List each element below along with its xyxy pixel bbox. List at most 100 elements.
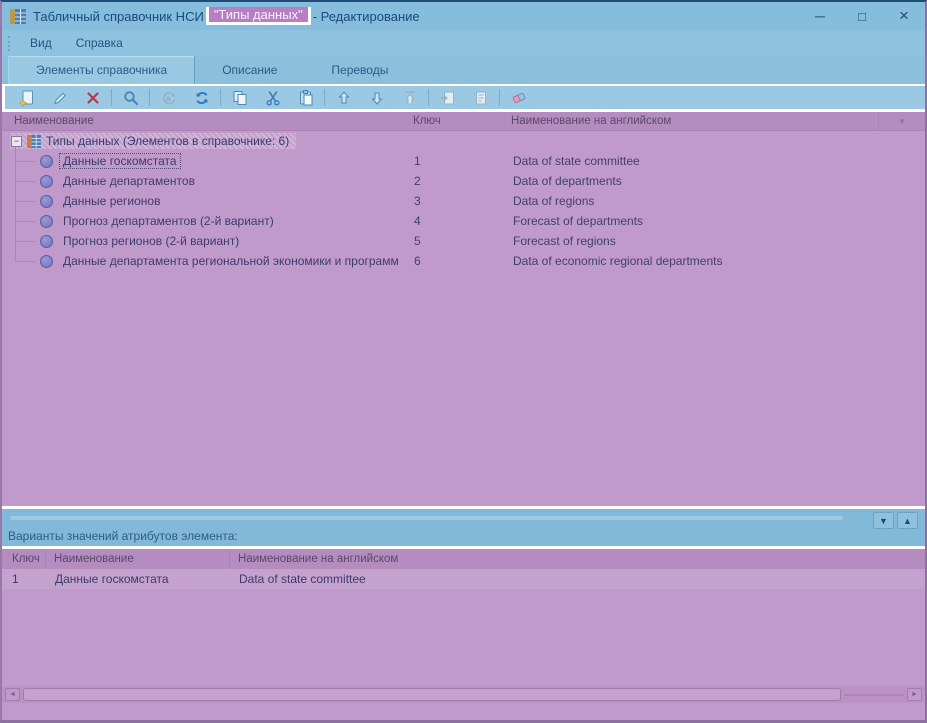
refresh-icon xyxy=(193,89,211,107)
refresh-button[interactable] xyxy=(185,87,218,109)
app-window: Табличный справочник НСИ "Типы данных" -… xyxy=(0,0,927,723)
details-column-key[interactable]: Ключ xyxy=(2,553,45,565)
title-bar: Табличный справочник НСИ "Типы данных" -… xyxy=(2,2,925,30)
window-title-prefix: Табличный справочник НСИ xyxy=(33,9,204,24)
add-element-button[interactable] xyxy=(10,87,43,109)
details-key: 1 xyxy=(2,572,45,586)
tree-item-row[interactable]: Данные департаментов 2 Data of departmen… xyxy=(2,171,925,191)
column-header-key[interactable]: Ключ xyxy=(408,115,506,127)
element-name: Прогноз регионов (2-й вариант) xyxy=(59,233,243,249)
search-button[interactable] xyxy=(114,87,147,109)
element-name-en: Data of economic regional departments xyxy=(506,254,925,268)
toolbar-separator xyxy=(220,89,221,106)
tree-item-row[interactable]: Данные регионов 3 Data of regions xyxy=(2,191,925,211)
element-bullet-icon xyxy=(40,195,53,208)
maximize-button[interactable]: □ xyxy=(841,2,883,30)
edit-element-button[interactable] xyxy=(43,87,76,109)
element-key: 2 xyxy=(408,174,506,188)
tree-item-row[interactable]: Прогноз регионов (2-й вариант) 5 Forecas… xyxy=(2,231,925,251)
details-empty-area xyxy=(2,589,925,686)
tab-elements[interactable]: Элементы справочника xyxy=(8,56,195,84)
move-to-top-button[interactable] xyxy=(393,87,426,109)
minimize-button[interactable]: ─ xyxy=(799,2,841,30)
add-element-icon xyxy=(18,89,36,107)
toolbar-separator xyxy=(149,89,150,106)
column-header-name[interactable]: Наименование xyxy=(2,115,408,127)
element-name: Данные регионов xyxy=(59,193,164,209)
scroll-right-button[interactable]: ► xyxy=(907,688,922,701)
splitter-handle[interactable] xyxy=(10,516,843,520)
element-name-en: Data of state committee xyxy=(506,154,925,168)
column-filter-icon[interactable]: ▼ xyxy=(878,112,925,130)
main-table-empty-area xyxy=(2,271,925,506)
details-table-header: Ключ Наименование Наименование на англий… xyxy=(2,549,925,569)
horizontal-scrollbar[interactable]: ◄ ► xyxy=(2,686,925,703)
update-auto-icon: a xyxy=(160,89,178,107)
paste-button[interactable] xyxy=(289,87,322,109)
expander-icon[interactable]: − xyxy=(11,136,22,147)
element-name: Данные департаментов xyxy=(59,173,199,189)
tab-translations[interactable]: Переводы xyxy=(304,56,415,84)
move-up-icon xyxy=(335,89,353,107)
tree-item-row[interactable]: Данные департамента региональной экономи… xyxy=(2,251,925,271)
element-bullet-icon xyxy=(40,215,53,228)
element-key: 4 xyxy=(408,214,506,228)
collapse-panel-button[interactable]: ▼ xyxy=(873,512,894,529)
eraser-icon xyxy=(510,89,528,107)
move-up-button[interactable] xyxy=(327,87,360,109)
window-title-suffix: - Редактирование xyxy=(313,9,420,24)
scrollbar-track[interactable] xyxy=(844,694,904,696)
toolbar-separator xyxy=(111,89,112,106)
splitter-buttons: ▼ ▲ xyxy=(873,512,918,529)
copy-button[interactable] xyxy=(223,87,256,109)
tab-strip: Элементы справочника Описание Переводы xyxy=(2,56,925,84)
title-highlight: "Типы данных" xyxy=(206,7,311,25)
export-button[interactable] xyxy=(464,87,497,109)
toolbar-separator xyxy=(324,89,325,106)
element-name: Прогноз департаментов (2-й вариант) xyxy=(59,213,278,229)
main-table-header: Наименование Ключ Наименование на англий… xyxy=(2,112,925,131)
table-icon xyxy=(10,9,26,24)
update-auto-button[interactable]: a xyxy=(152,87,185,109)
move-down-icon xyxy=(368,89,386,107)
import-icon xyxy=(439,89,457,107)
details-name: Данные госкомстата xyxy=(45,572,229,586)
edit-icon xyxy=(51,89,69,107)
clear-button[interactable] xyxy=(502,87,535,109)
tree-root-row[interactable]: − Типы данных (Элементов в справочнике: … xyxy=(2,131,925,151)
tree-item-row[interactable]: Данные госкомстата 1 Data of state commi… xyxy=(2,151,925,171)
splitter-band: ▼ ▲ Варианты значений атрибутов элемента… xyxy=(2,509,925,546)
element-bullet-icon xyxy=(40,155,53,168)
scrollbar-thumb[interactable] xyxy=(23,688,841,701)
details-column-name[interactable]: Наименование xyxy=(45,549,229,569)
elements-tree: − Типы данных (Элементов в справочнике: … xyxy=(2,131,925,271)
delete-icon xyxy=(84,89,102,107)
app-icon xyxy=(2,2,33,30)
menu-view[interactable]: Вид xyxy=(18,30,64,56)
element-key: 6 xyxy=(408,254,506,268)
delete-element-button[interactable] xyxy=(76,87,109,109)
toolbar-separator xyxy=(428,89,429,106)
import-button[interactable] xyxy=(431,87,464,109)
elements-panel: Наименование Ключ Наименование на англий… xyxy=(2,112,925,506)
element-name: Данные департамента региональной экономи… xyxy=(59,253,403,269)
details-row[interactable]: 1 Данные госкомстата Data of state commi… xyxy=(2,569,925,589)
details-column-name-en[interactable]: Наименование на английском xyxy=(229,549,925,569)
scroll-left-button[interactable]: ◄ xyxy=(5,688,20,701)
menu-bar: Вид Справка xyxy=(2,30,925,56)
window-footer xyxy=(2,703,925,720)
cut-button[interactable] xyxy=(256,87,289,109)
svg-text:a: a xyxy=(166,94,171,103)
menu-help[interactable]: Справка xyxy=(64,30,135,56)
element-key: 5 xyxy=(408,234,506,248)
close-button[interactable]: × xyxy=(883,2,925,30)
tab-description[interactable]: Описание xyxy=(195,56,304,84)
paste-icon xyxy=(297,89,315,107)
toolbar-separator xyxy=(499,89,500,106)
expand-panel-button[interactable]: ▲ xyxy=(897,512,918,529)
search-icon xyxy=(122,89,140,107)
move-down-button[interactable] xyxy=(360,87,393,109)
details-name-en: Data of state committee xyxy=(229,572,925,586)
tree-item-row[interactable]: Прогноз департаментов (2-й вариант) 4 Fo… xyxy=(2,211,925,231)
column-header-name-en[interactable]: Наименование на английском xyxy=(506,115,878,127)
